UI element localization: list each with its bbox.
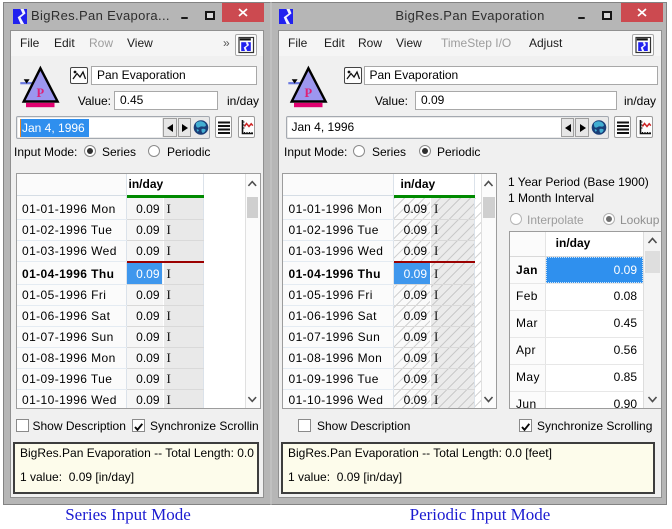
svg-text:P: P	[304, 86, 312, 100]
svg-text:P: P	[36, 86, 44, 100]
